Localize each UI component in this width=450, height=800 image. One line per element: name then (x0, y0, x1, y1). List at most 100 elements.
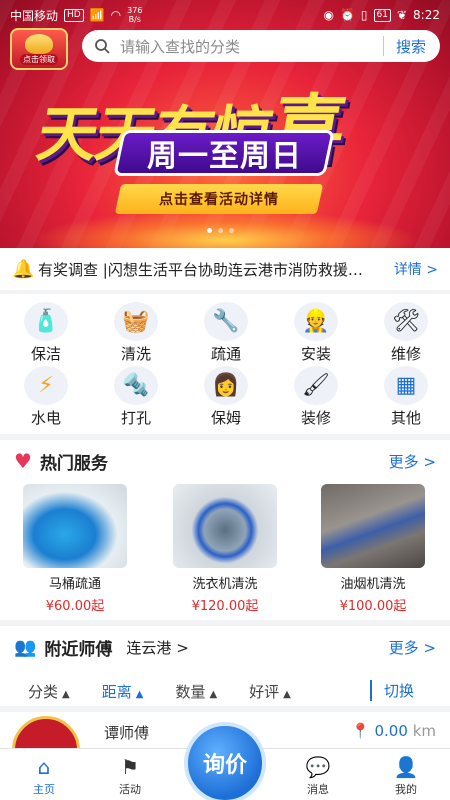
service-card-hood[interactable]: 油烟机清洗 ¥100.00起 (318, 484, 428, 614)
category-label: 清洗 (120, 345, 151, 363)
filter-distance[interactable]: 距离 ▲ (102, 681, 144, 702)
tab-messages[interactable]: 💬 消息 (288, 755, 348, 797)
cta-label: 点击查看活动详情 (159, 192, 279, 208)
category-label: 维修 (390, 345, 421, 363)
worker-name: 谭师傅 (104, 724, 150, 742)
nearby-more-link[interactable]: 更多 > (389, 637, 436, 658)
gift-badge-label: 点击领取 (20, 54, 58, 65)
category-cleaning[interactable]: 🧴 保洁 (16, 302, 76, 364)
inquiry-button[interactable]: 询价 (184, 722, 266, 800)
category-nanny[interactable]: 👩 保姆 (196, 366, 256, 428)
nearby-header: 👥 附近师傅 连云港 > 更多 > (0, 626, 450, 668)
sort-triangle-icon: ▲ (209, 688, 218, 700)
carousel-dot (229, 228, 234, 233)
search-bar[interactable]: 请输入查找的分类 搜索 (82, 30, 440, 62)
filter-category[interactable]: 分类 ▲ (28, 681, 70, 702)
distance-unit: km (412, 722, 436, 740)
range-hood-cleaning-photo (321, 484, 425, 568)
notice-text: 有奖调查 |闪想生活平台协助连云港市消防救援支队 (38, 260, 376, 279)
activity-details-button[interactable]: 点击查看活动详情 (114, 184, 324, 214)
filter-label: 数量 (175, 682, 206, 701)
service-card-washer[interactable]: 洗衣机清洗 ¥120.00起 (170, 484, 280, 614)
nearby-workers-section: 👥 附近师傅 连云港 > 更多 > 分类 ▲ 距离 ▲ 数量 ▲ 好评 ▲ 切换 (0, 626, 450, 706)
category-other[interactable]: ▦ 其他 (376, 366, 436, 428)
gift-coin-icon (25, 34, 53, 54)
hot-services-more-link[interactable]: 更多 > (389, 451, 436, 472)
category-install[interactable]: 👷 安装 (286, 302, 346, 364)
notice-bar[interactable]: 🔔 有奖调查 |闪想生活平台协助连云港市消防救援支队 详情 > (0, 248, 450, 290)
category-label: 疏通 (210, 345, 241, 363)
pipe-icon: 🔧 (204, 302, 248, 341)
tab-label: 活动 (119, 783, 141, 796)
city-selector[interactable]: 连云港 > (126, 637, 188, 658)
hot-services-header: ♥ 热门服务 更多 > (0, 440, 450, 482)
tab-label: 主页 (33, 783, 55, 796)
gift-logo-badge[interactable]: 点击领取 (10, 28, 68, 70)
installer-worker-icon: 👷 (294, 302, 338, 341)
worker-distance: 📍 0.00 km (351, 722, 436, 740)
notice-details-link[interactable]: 详情 > (394, 259, 438, 279)
sort-triangle-icon: ▲ (283, 688, 291, 700)
tab-home[interactable]: ⌂ 主页 (14, 755, 74, 797)
distance-value: 0.00 (374, 722, 408, 740)
nearby-title: 附近师傅 (44, 639, 113, 660)
filter-label: 好评 (249, 682, 280, 701)
network-speed: 376 B/s (127, 6, 142, 24)
people-icon: 👥 (14, 636, 37, 658)
subtitle-text: 周一至周日 (146, 139, 302, 174)
drill-icon: 🔩 (114, 366, 158, 405)
filter-quantity[interactable]: 数量 ▲ (175, 681, 217, 702)
banner-subtitle: 周一至周日 (113, 130, 335, 176)
paint-roller-icon: 🖌 (294, 366, 338, 405)
clock-time: 8:22 (413, 8, 440, 22)
filter-rating[interactable]: 好评 ▲ (249, 681, 291, 702)
washing-machine-icon: 🧺 (114, 302, 158, 341)
tools-icon: 🛠 (384, 302, 428, 341)
category-washing[interactable]: 🧺 清洗 (106, 302, 166, 364)
profile-icon: 👤 (393, 755, 419, 779)
service-price: ¥60.00起 (45, 599, 105, 614)
grid-icon: ▦ (384, 366, 428, 405)
category-repair[interactable]: 🛠 维修 (376, 302, 436, 364)
signal-icon: 📶 (89, 8, 105, 22)
category-plumbing-electric[interactable]: ⚡ 水电 (16, 366, 76, 428)
switch-view-button[interactable]: 切换 (370, 680, 414, 701)
category-label: 保洁 (30, 345, 61, 363)
category-dredging[interactable]: 🔧 疏通 (196, 302, 256, 364)
location-pin-icon: 📍 (351, 722, 370, 740)
search-icon (95, 39, 110, 54)
category-drilling[interactable]: 🔩 打孔 (106, 366, 166, 428)
tab-profile[interactable]: 👤 我的 (376, 755, 436, 797)
sort-triangle-icon: ▲ (135, 688, 144, 700)
wifi-icon: ◠ (110, 8, 122, 22)
search-input[interactable]: 请输入查找的分类 (120, 36, 383, 57)
speed-value: 376 (127, 6, 143, 15)
washer-cleaning-photo (173, 484, 277, 568)
category-decoration[interactable]: 🖌 装修 (286, 366, 346, 428)
category-label: 水电 (30, 409, 61, 427)
tab-label: 我的 (395, 783, 417, 796)
category-label: 安装 (300, 345, 331, 363)
filter-bar: 分类 ▲ 距离 ▲ 数量 ▲ 好评 ▲ 切换 (0, 674, 450, 708)
category-grid: 🧴 保洁 🧺 清洗 🔧 疏通 👷 安装 🛠 维修 ⚡ 水电 🔩 打孔 👩 保姆 … (0, 294, 450, 434)
speed-unit: B/s (128, 15, 141, 24)
carousel-dot (207, 228, 212, 233)
service-price: ¥120.00起 (191, 599, 259, 614)
toilet-dredging-photo (23, 484, 127, 568)
category-label: 装修 (300, 409, 331, 427)
carrier-label: 中国移动 (10, 8, 59, 23)
tab-label: 消息 (307, 783, 329, 796)
promo-banner[interactable]: 中国移动 HD 📶 ◠ 376 B/s ◉ ⏰ ▯ 61 ❦ 8:22 点击领取… (0, 0, 450, 248)
hd-badge: HD (64, 8, 84, 22)
alarm-icon: ⏰ (339, 8, 355, 22)
service-card-toilet[interactable]: 马桶疏通 ¥60.00起 (20, 484, 130, 614)
category-label: 打孔 (120, 409, 151, 427)
service-name: 洗衣机清洗 (192, 577, 258, 592)
battery-indicator: 61 (373, 8, 391, 22)
tab-activity[interactable]: ⚑ 活动 (100, 755, 160, 797)
carousel-dot (218, 228, 223, 233)
status-bar: 中国移动 HD 📶 ◠ 376 B/s ◉ ⏰ ▯ 61 ❦ 8:22 (0, 0, 450, 30)
search-button[interactable]: 搜索 (384, 36, 440, 57)
service-name: 油烟机清洗 (340, 577, 406, 592)
category-label: 其他 (390, 409, 421, 427)
